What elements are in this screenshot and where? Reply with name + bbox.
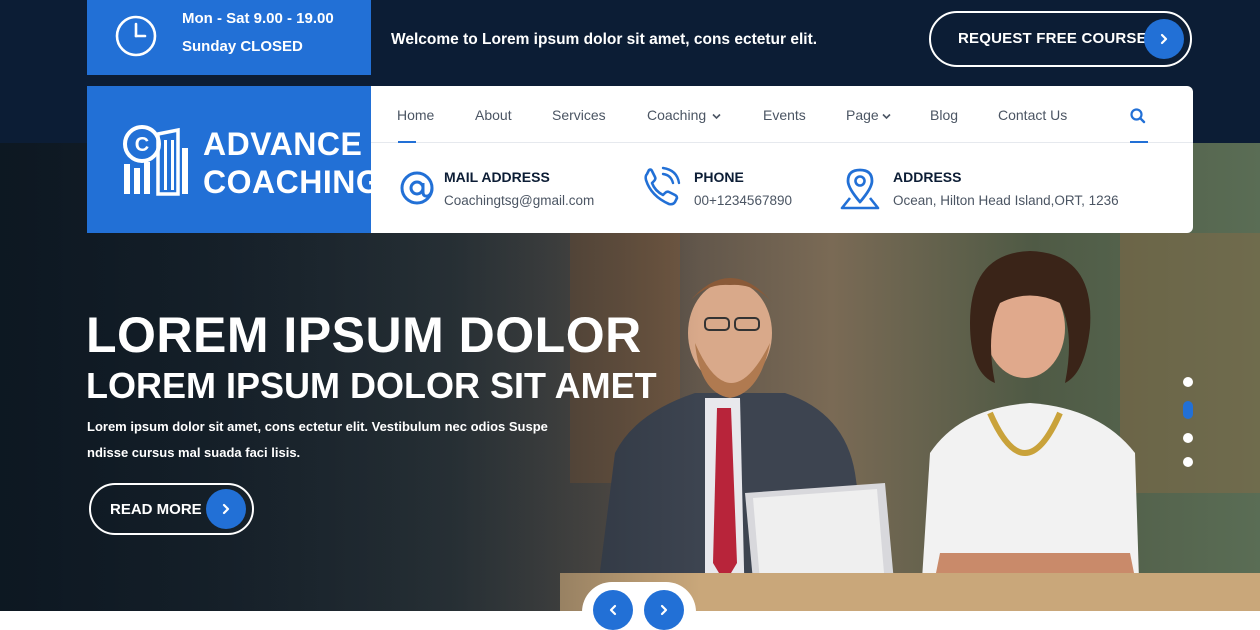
nav-contact-us[interactable]: Contact Us [998, 107, 1067, 123]
chevron-right-icon [222, 503, 230, 515]
slider-dot-3[interactable] [1183, 433, 1193, 443]
welcome-text: Welcome to Lorem ipsum dolor sit amet, c… [391, 31, 818, 48]
phone-value[interactable]: 00+1234567890 [694, 193, 792, 208]
search-indicator [1130, 141, 1148, 143]
nav-events[interactable]: Events [763, 107, 806, 123]
mail-value[interactable]: Coachingtsg@gmail.com [444, 193, 594, 208]
request-arrow-circle [1144, 19, 1184, 59]
hero-photo-woman [920, 251, 1140, 611]
hero-description-line2: ndisse cursus mal suada faci lisis. [87, 445, 301, 460]
slider-dot-1[interactable] [1183, 377, 1193, 387]
hero-subheading: LOREM IPSUM DOLOR SIT AMET [86, 365, 657, 406]
search-icon[interactable] [1129, 107, 1147, 125]
nav-about[interactable]: About [475, 107, 512, 123]
nav-coaching[interactable]: Coaching [647, 107, 721, 123]
at-icon [400, 171, 434, 205]
slider-prev-button[interactable] [593, 590, 633, 630]
chevron-right-icon [1160, 33, 1168, 45]
nav-coaching-label: Coaching [647, 107, 707, 123]
slider-dot-4[interactable] [1183, 457, 1193, 467]
svg-text:C: C [135, 134, 149, 156]
read-more-arrow-circle [206, 489, 246, 529]
nav-page-label: Page [846, 107, 879, 123]
main-nav: Home About Services Coaching Events Page… [371, 86, 1193, 143]
hero-description-line1: Lorem ipsum dolor sit amet, cons ectetur… [87, 419, 548, 434]
chevron-left-icon [609, 604, 617, 616]
hours-weekdays: Mon - Sat 9.00 - 19.00 [182, 10, 334, 27]
logo-text-advance: ADVANCE [203, 126, 363, 162]
request-free-course-label: REQUEST FREE COURSE [958, 30, 1147, 47]
address-title: ADDRESS [893, 169, 962, 185]
request-free-course-button[interactable]: REQUEST FREE COURSE [929, 11, 1192, 67]
nav-active-indicator [398, 141, 416, 143]
nav-page[interactable]: Page [846, 107, 891, 123]
phone-title: PHONE [694, 169, 744, 185]
slider-next-button[interactable] [644, 590, 684, 630]
phone-icon [644, 166, 681, 206]
chevron-down-icon [712, 113, 721, 120]
read-more-label: READ MORE [110, 501, 202, 518]
hero-heading: LOREM IPSUM DOLOR [86, 307, 642, 363]
opening-hours: Mon - Sat 9.00 - 19.00 Sunday CLOSED [87, 0, 371, 75]
nav-blog[interactable]: Blog [930, 107, 958, 123]
chevron-down-icon [882, 113, 891, 120]
logo-emblem-icon: C [123, 125, 188, 196]
nav-home[interactable]: Home [397, 107, 434, 123]
slider-dot-2[interactable] [1183, 401, 1193, 419]
logo-text-coaching: COACHING [203, 164, 382, 200]
nav-services[interactable]: Services [552, 107, 606, 123]
map-pin-icon [840, 168, 880, 210]
read-more-button[interactable]: READ MORE [89, 483, 254, 535]
clock-icon [115, 15, 157, 57]
address-value: Ocean, Hilton Head Island,ORT, 1236 [893, 193, 1119, 208]
header-panel: Home About Services Coaching Events Page… [371, 86, 1193, 233]
site-logo[interactable]: C ADVANCE COACHING [87, 86, 381, 233]
hours-sunday: Sunday CLOSED [182, 38, 303, 55]
chevron-right-icon [660, 604, 668, 616]
mail-title: MAIL ADDRESS [444, 169, 550, 185]
